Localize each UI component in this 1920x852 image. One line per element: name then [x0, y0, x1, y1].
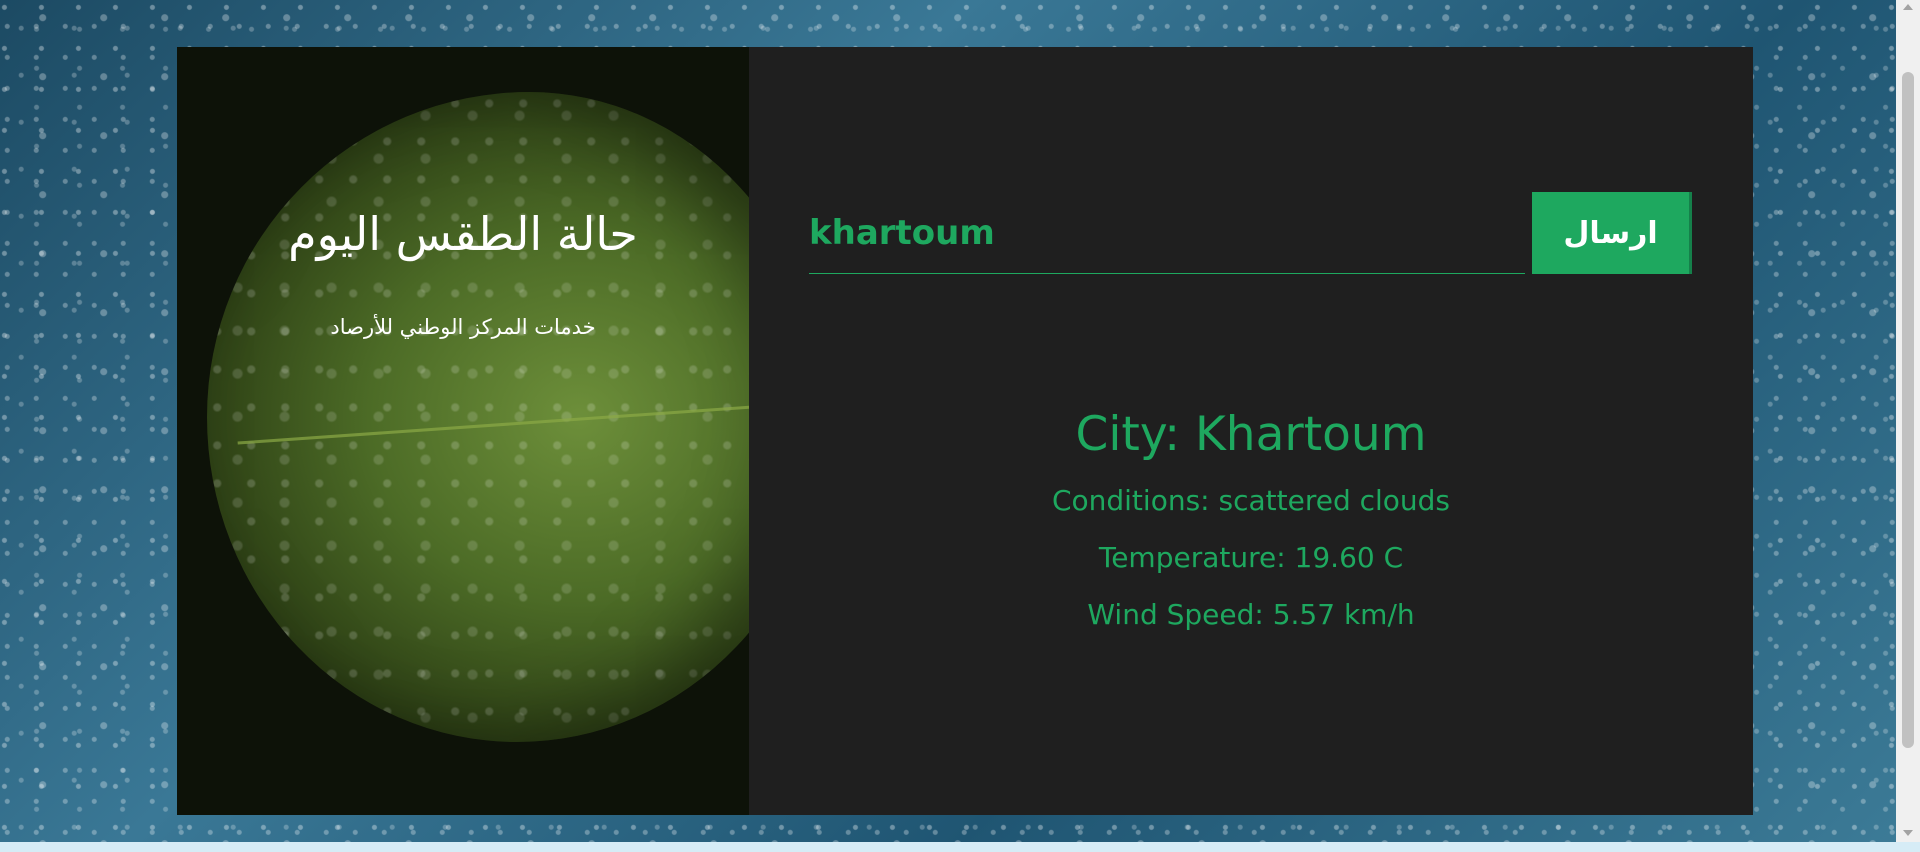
wind-speed-text: Wind Speed: 5.57 km/h — [1087, 598, 1415, 631]
leaf-image — [207, 92, 749, 742]
scroll-up-icon[interactable] — [1903, 4, 1913, 10]
page-background: حالة الطقس اليوم خدمات المركز الوطني للأ… — [0, 0, 1920, 852]
scrollbar-thumb[interactable] — [1902, 72, 1914, 748]
hero-panel: حالة الطقس اليوم خدمات المركز الوطني للأ… — [177, 47, 749, 815]
submit-button[interactable]: ارسال — [1532, 192, 1692, 274]
city-search-input[interactable] — [809, 192, 1525, 274]
hero-title: حالة الطقس اليوم — [288, 207, 638, 261]
vertical-scrollbar[interactable] — [1896, 0, 1920, 842]
city-name: City: Khartoum — [1075, 407, 1427, 462]
conditions-text: Conditions: scattered clouds — [1051, 484, 1451, 517]
scroll-down-icon[interactable] — [1903, 830, 1913, 836]
bottom-strip — [0, 842, 1920, 852]
hero-subtitle: خدمات المركز الوطني للأرصاد — [330, 315, 596, 339]
weather-results: City: Khartoum Conditions: scattered clo… — [749, 407, 1753, 655]
weather-card: حالة الطقس اليوم خدمات المركز الوطني للأ… — [177, 47, 1753, 815]
temperature-text: Temperature: 19.60 C — [1098, 541, 1404, 574]
weather-panel: ارسال City: Khartoum Conditions: scatter… — [749, 47, 1753, 815]
